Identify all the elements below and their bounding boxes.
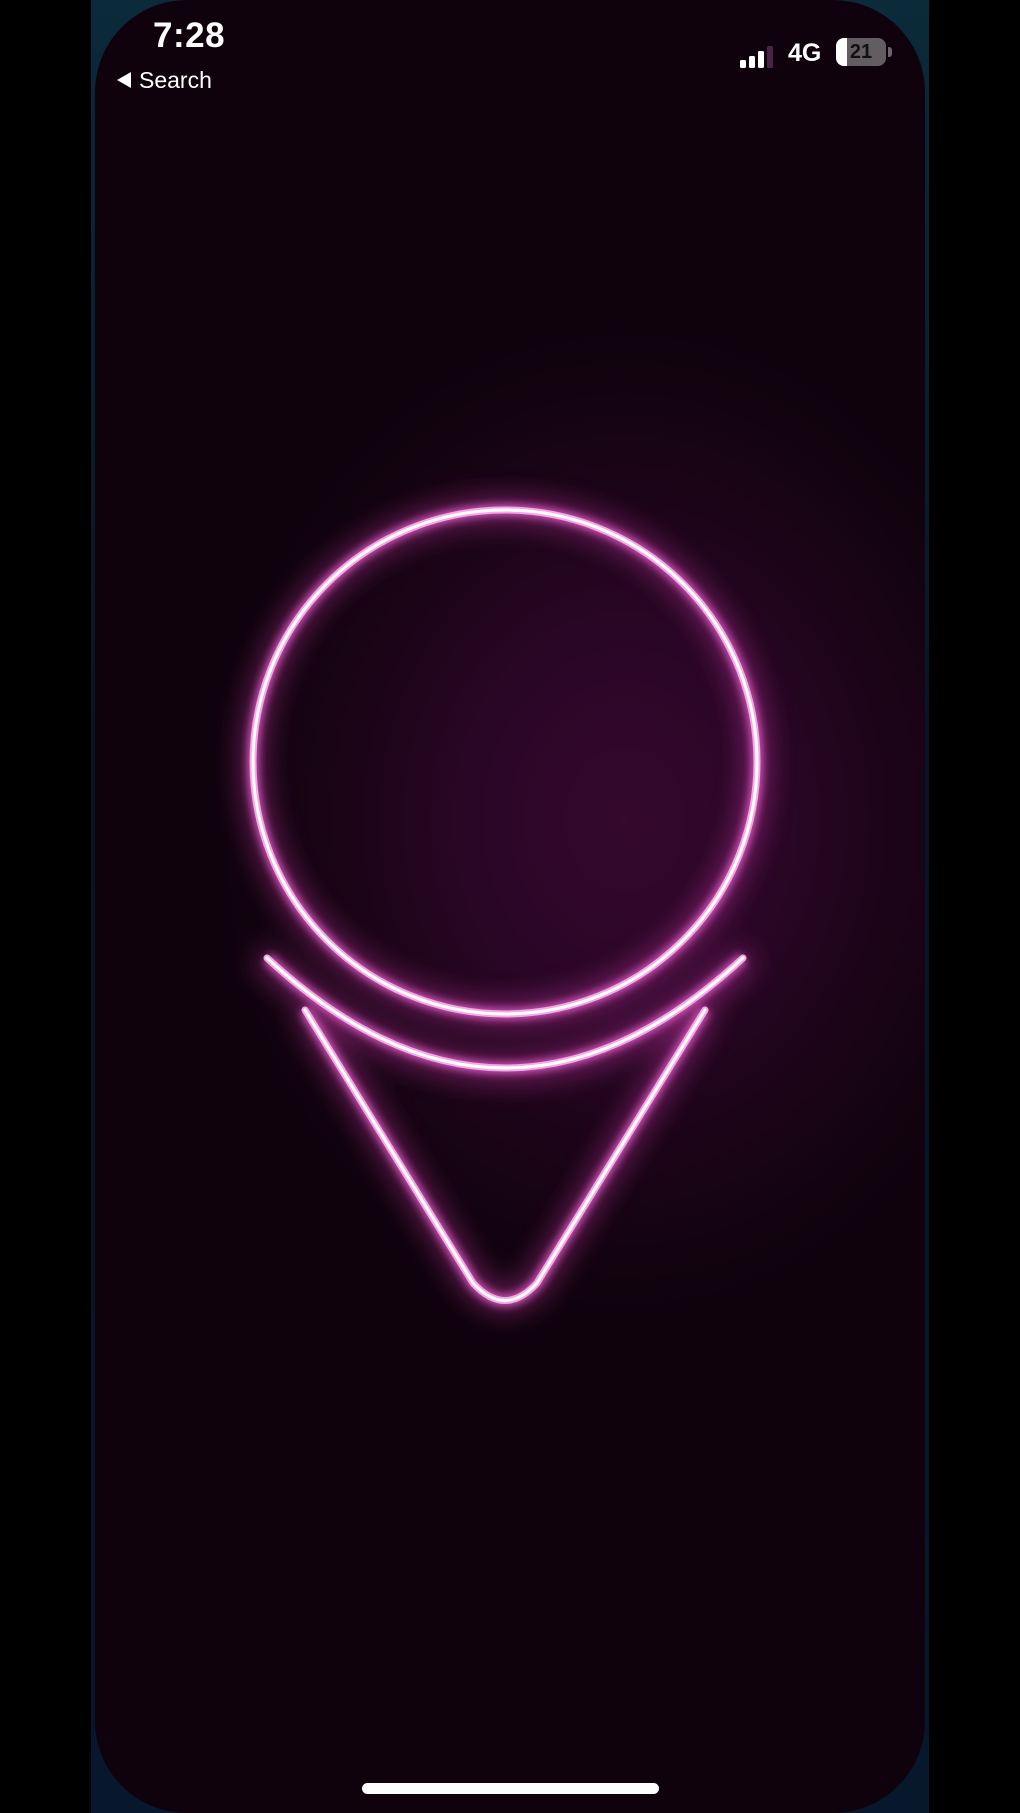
- screen: 7:28 Search 4G 21: [95, 0, 925, 1813]
- pin-core: [249, 506, 761, 1304]
- location-pin-icon: [242, 499, 768, 1312]
- pin-glow: [242, 499, 768, 1312]
- app-screen: 7:28 Search 4G 21: [0, 0, 1020, 1813]
- home-indicator[interactable]: [362, 1783, 659, 1794]
